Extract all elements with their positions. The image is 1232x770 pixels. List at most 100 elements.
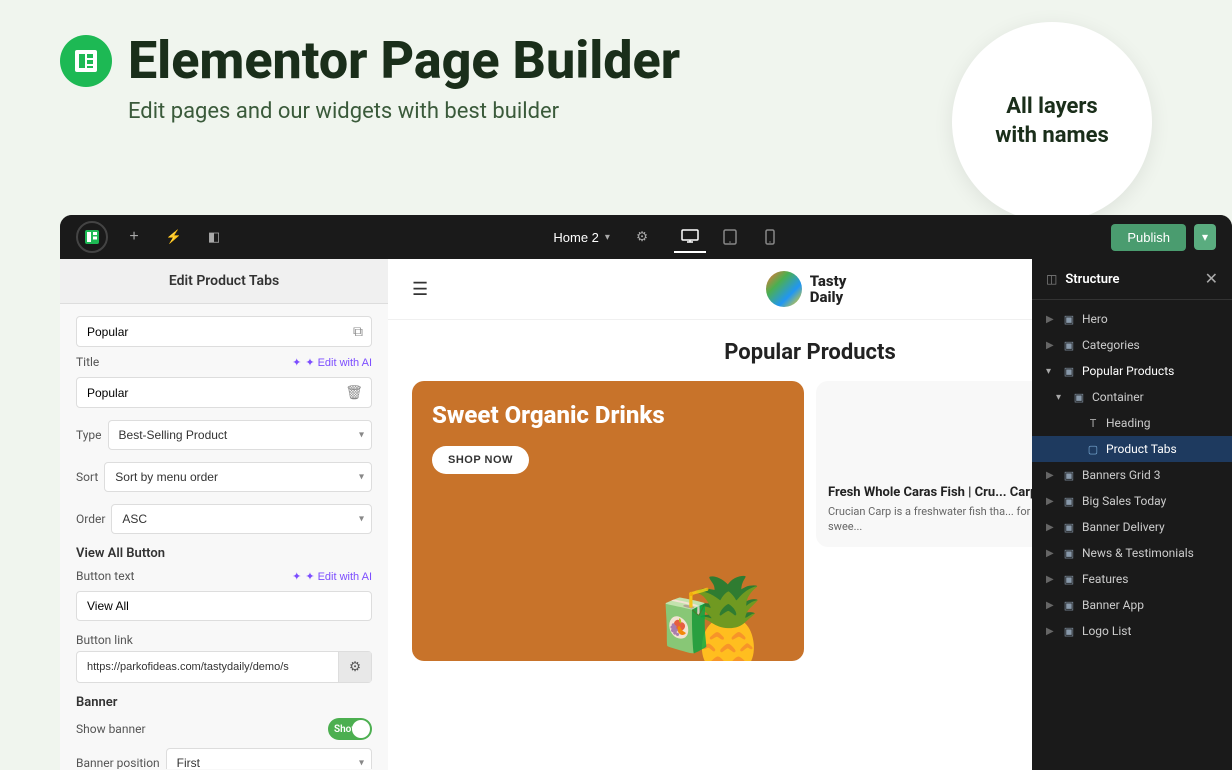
structure-item-banner-app[interactable]: ▶ ▣ Banner App xyxy=(1032,592,1232,618)
tablet-button[interactable] xyxy=(714,221,746,253)
trash-button[interactable]: 🗑 xyxy=(337,378,371,407)
show-banner-toggle[interactable]: Show xyxy=(328,718,372,740)
panel-title: Edit Product Tabs xyxy=(169,273,279,289)
shop-now-button[interactable]: SHOP NOW xyxy=(432,446,529,474)
banner-delivery-label: Banner Delivery xyxy=(1082,520,1218,534)
banner-position-select[interactable]: First xyxy=(166,748,372,769)
sort-field-group: Sort Sort by menu order ▾ xyxy=(76,462,372,492)
page-name-chevron: ▾ xyxy=(605,232,610,243)
hero-label: Hero xyxy=(1082,312,1218,326)
page-name-label: Home 2 xyxy=(553,230,599,245)
layers-button[interactable]: ◧ xyxy=(200,223,228,251)
structure-item-hero[interactable]: ▶ ▣ Hero xyxy=(1032,306,1232,332)
preview-logo-icon xyxy=(766,271,802,307)
structure-item-categories[interactable]: ▶ ▣ Categories xyxy=(1032,332,1232,358)
sort-label: Sort xyxy=(76,470,98,484)
page-name-button[interactable]: Home 2 ▾ xyxy=(553,230,610,245)
structure-title: Structure xyxy=(1065,272,1119,287)
edit-ai-label: ✦ Edit with AI xyxy=(305,356,372,369)
sort-select-wrapper: Sort by menu order ▾ xyxy=(104,462,372,492)
title-row: Elementor Page Builder xyxy=(60,32,680,89)
type-select[interactable]: Best-Selling Product xyxy=(108,420,372,450)
order-field-group: Order ASC ▾ xyxy=(76,504,372,534)
structure-header: ◫ Structure ✕ xyxy=(1032,259,1232,300)
order-select[interactable]: ASC xyxy=(111,504,372,534)
title-input[interactable] xyxy=(77,379,337,407)
structure-item-product-tabs[interactable]: ▶ ▢ Product Tabs xyxy=(1032,436,1232,462)
button-text-input-row xyxy=(76,591,372,621)
toolbar: + ⚡ ◧ Home 2 ▾ ⚙ Publish ▾ xyxy=(60,215,1232,259)
mobile-button[interactable] xyxy=(754,221,786,253)
structure-item-heading[interactable]: ▶ T Heading xyxy=(1032,410,1232,436)
bottle-emoji: 🧃 xyxy=(649,591,724,651)
logo-title-area: Elementor Page Builder Edit pages and ou… xyxy=(60,32,680,124)
structure-item-container[interactable]: ▾ ▣ Container xyxy=(1032,384,1232,410)
button-link-field-group: Button link ⚙ xyxy=(76,633,372,683)
header-area: Elementor Page Builder Edit pages and ou… xyxy=(0,0,1232,242)
button-edit-ai-button[interactable]: ✦ ✦ Edit with AI xyxy=(292,570,372,583)
settings-button[interactable]: ⚙ xyxy=(626,221,658,253)
publish-chevron-button[interactable]: ▾ xyxy=(1194,224,1216,250)
structure-close-button[interactable]: ✕ xyxy=(1205,269,1218,289)
preview-hamburger-icon[interactable]: ☰ xyxy=(412,279,428,300)
view-all-section-title: View All Button xyxy=(76,546,372,561)
copy-button[interactable]: ⧉ xyxy=(345,317,371,346)
banners-grid-label: Banners Grid 3 xyxy=(1082,468,1218,482)
structure-item-big-sales[interactable]: ▶ ▣ Big Sales Today xyxy=(1032,488,1232,514)
categories-label: Categories xyxy=(1082,338,1218,352)
show-banner-label: Show banner xyxy=(76,722,328,736)
product-tabs-chevron-icon: ▶ xyxy=(1070,444,1080,455)
circle-badge: All layerswith names xyxy=(952,22,1152,222)
title-label: Title xyxy=(76,355,292,369)
type-field-group: Type Best-Selling Product ▾ xyxy=(76,420,372,450)
ai-sparkle-icon: ✦ xyxy=(292,356,301,369)
heading-chevron-icon: ▶ xyxy=(1070,418,1080,429)
structure-item-features[interactable]: ▶ ▣ Features xyxy=(1032,566,1232,592)
container-label: Container xyxy=(1092,390,1218,404)
features-label: Features xyxy=(1082,572,1218,586)
big-sales-container-icon: ▣ xyxy=(1062,495,1076,508)
structure-item-logo-list[interactable]: ▶ ▣ Logo List xyxy=(1032,618,1232,644)
publish-button[interactable]: Publish xyxy=(1111,224,1186,251)
product-tabs-widget-icon: ▢ xyxy=(1086,443,1100,456)
panel-header: Edit Product Tabs xyxy=(60,259,388,304)
editor-body: Edit Product Tabs ⧉ Title ✦ ✦ Edit with … xyxy=(60,259,1232,770)
url-settings-button[interactable]: ⚙ xyxy=(338,652,371,682)
toolbar-elementor-logo[interactable] xyxy=(76,221,108,253)
device-buttons xyxy=(674,221,786,253)
banner-delivery-container-icon: ▣ xyxy=(1062,521,1076,534)
news-testimonials-container-icon: ▣ xyxy=(1062,547,1076,560)
toolbar-center: Home 2 ▾ ⚙ xyxy=(240,221,1099,253)
popular-input-row: ⧉ xyxy=(76,316,372,347)
structure-item-banner-delivery[interactable]: ▶ ▣ Banner Delivery xyxy=(1032,514,1232,540)
type-select-wrapper: Best-Selling Product ▾ xyxy=(108,420,372,450)
edit-ai-button[interactable]: ✦ ✦ Edit with AI xyxy=(292,356,372,369)
button-text-input[interactable] xyxy=(77,592,371,620)
content-area: ☰ TastyDaily Popular Products Sweet Org xyxy=(388,259,1232,770)
button-link-input[interactable] xyxy=(77,654,338,680)
responsive-button[interactable]: ⚡ xyxy=(160,223,188,251)
categories-chevron-icon: ▶ xyxy=(1046,340,1056,351)
heading-text-icon: T xyxy=(1086,417,1100,430)
structure-items: ▶ ▣ Hero ▶ ▣ Categories ▾ ▣ Popular xyxy=(1032,300,1232,770)
popular-input[interactable] xyxy=(77,318,345,346)
features-container-icon: ▣ xyxy=(1062,573,1076,586)
featured-product-card: Sweet Organic Drinks SHOP NOW 🍍 🧃 xyxy=(412,381,804,661)
popular-products-label: Popular Products xyxy=(1082,364,1218,378)
banners-grid-chevron-icon: ▶ xyxy=(1046,470,1056,481)
banner-section-title: Banner xyxy=(76,695,372,710)
big-sales-label: Big Sales Today xyxy=(1082,494,1218,508)
structure-item-news-testimonials[interactable]: ▶ ▣ News & Testimonials xyxy=(1032,540,1232,566)
structure-item-banners-grid[interactable]: ▶ ▣ Banners Grid 3 xyxy=(1032,462,1232,488)
container-icon: ▣ xyxy=(1072,391,1086,404)
preview-logo-text: TastyDaily xyxy=(810,273,847,306)
logo-list-label: Logo List xyxy=(1082,624,1218,638)
desktop-button[interactable] xyxy=(674,221,706,253)
structure-item-popular-products[interactable]: ▾ ▣ Popular Products xyxy=(1032,358,1232,384)
add-element-button[interactable]: + xyxy=(120,223,148,251)
sort-select[interactable]: Sort by menu order xyxy=(104,462,372,492)
container-chevron-icon: ▾ xyxy=(1056,392,1066,403)
banner-app-container-icon: ▣ xyxy=(1062,599,1076,612)
order-select-wrapper: ASC ▾ xyxy=(111,504,372,534)
title-field-group: Title ✦ ✦ Edit with AI 🗑 xyxy=(76,355,372,408)
